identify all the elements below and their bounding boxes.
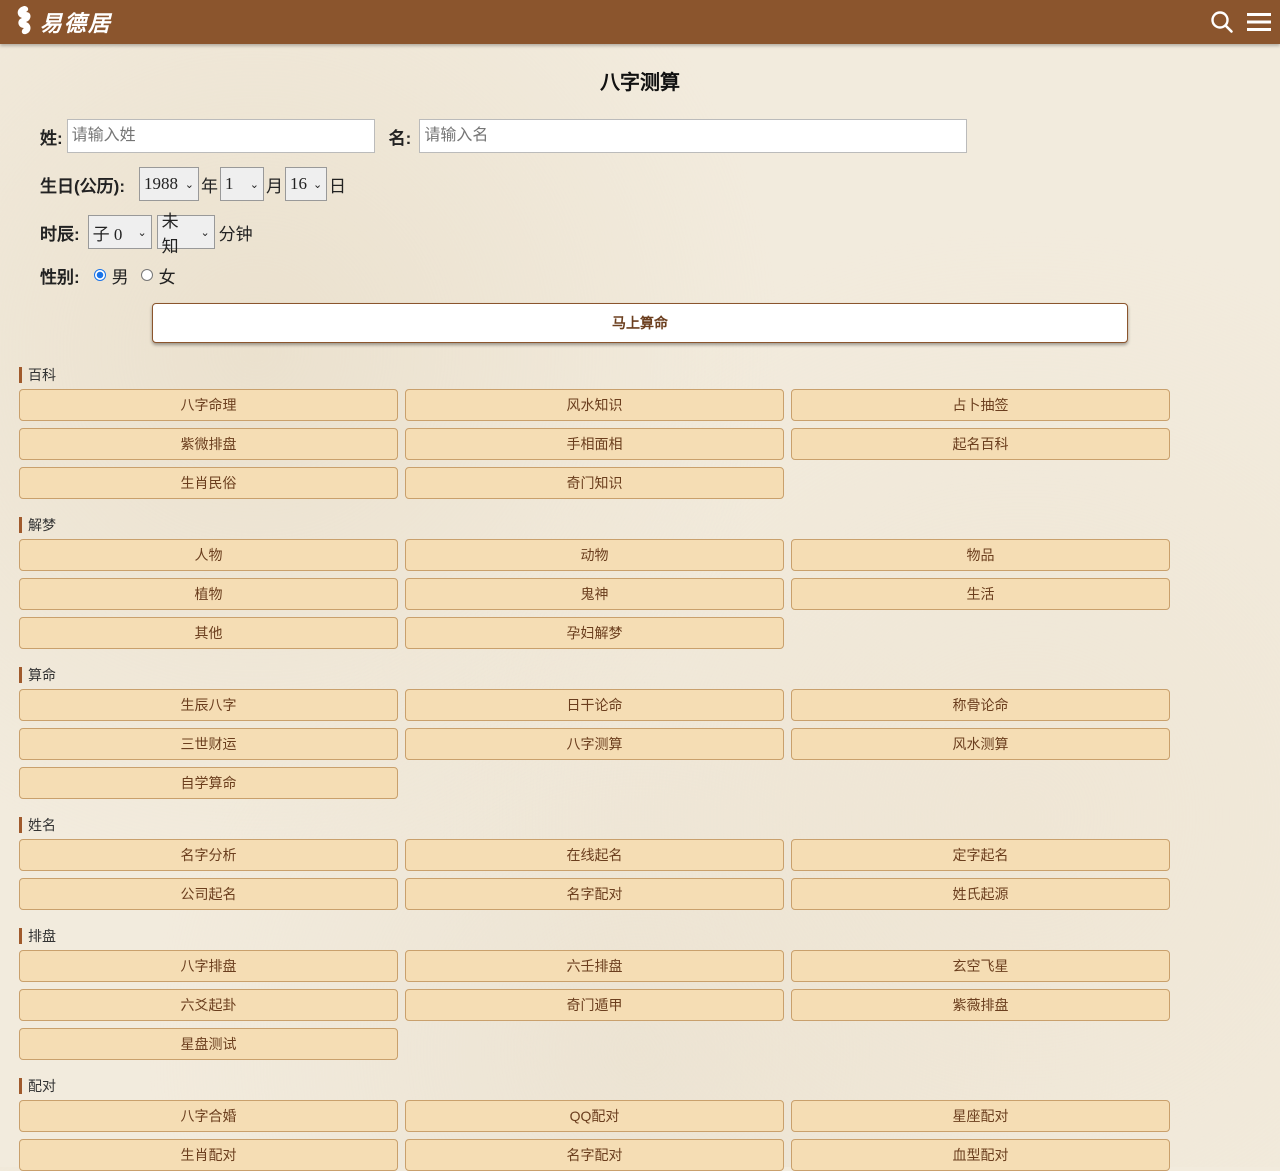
gender-row: 性别: 男 女 [40, 263, 1280, 287]
category-link[interactable]: 八字命理 [19, 389, 398, 421]
given-name-label: 名: [388, 128, 412, 148]
category-link[interactable]: 星座配对 [791, 1100, 1170, 1132]
category-link[interactable]: 奇门知识 [405, 467, 784, 499]
category-link[interactable]: 鬼神 [405, 578, 784, 610]
hour-label: 时辰: [40, 224, 80, 244]
category-link[interactable]: 风水测算 [791, 728, 1170, 760]
category-link[interactable]: 物品 [791, 539, 1170, 571]
category-link[interactable]: 八字合婚 [19, 1100, 398, 1132]
surname-label: 姓: [40, 128, 63, 148]
category-link[interactable]: 人物 [19, 539, 398, 571]
category-link[interactable]: 占卜抽签 [791, 389, 1170, 421]
section-grid: 生辰八字 日干论命 称骨论命 三世财运 八字测算 风水测算 自学算命 [19, 689, 1280, 799]
category-link[interactable]: 日干论命 [405, 689, 784, 721]
chevron-down-icon: ⌄ [184, 178, 194, 191]
given-name-input[interactable] [419, 119, 968, 153]
site-name: 易德居 [40, 11, 113, 37]
category-link[interactable]: 名字配对 [405, 1139, 784, 1171]
section-grid: 名字分析 在线起名 定字起名 公司起名 名字配对 姓氏起源 [19, 839, 1280, 910]
bazi-form: 姓: 名: 生日(公历): 1988⌄ 年 1⌄ 月 16⌄ 日 时辰: 子 0… [0, 119, 1280, 287]
minute-unit: 分钟 [218, 224, 253, 244]
category-link[interactable]: 风水知识 [405, 389, 784, 421]
category-link[interactable]: 孕妇解梦 [405, 617, 784, 649]
page-title: 八字测算 [600, 72, 680, 94]
category-link[interactable]: 八字测算 [405, 728, 784, 760]
category-link[interactable]: 三世财运 [19, 728, 398, 760]
category-link[interactable]: 起名百科 [791, 428, 1170, 460]
section-title: 百科 [19, 367, 1280, 383]
birthday-row: 生日(公历): 1988 ⌄ 年 1 ⌄ 月 16 ⌄ 日 [40, 167, 1280, 201]
section-title: 配对 [19, 1078, 1280, 1094]
section-grid: 八字命理 风水知识 占卜抽签 紫微排盘 手相面相 起名百科 生肖民俗 奇门知识 [19, 389, 1280, 499]
category-link[interactable]: 公司起名 [19, 878, 398, 910]
year-value: 1988 [143, 174, 178, 193]
category-link[interactable]: 八字排盘 [19, 950, 398, 982]
birthday-label: 生日(公历): [40, 176, 125, 196]
category-link[interactable]: 生辰八字 [19, 689, 398, 721]
category-link[interactable]: 生活 [791, 578, 1170, 610]
category-link[interactable]: 生肖民俗 [19, 467, 398, 499]
category-link[interactable]: 植物 [19, 578, 398, 610]
gender-female-label[interactable]: 女 [159, 263, 176, 288]
month-value: 1 [224, 174, 234, 193]
category-link[interactable]: QQ配对 [405, 1100, 784, 1132]
category-link[interactable]: 称骨论命 [791, 689, 1170, 721]
top-bar: 易德居 [0, 0, 1280, 44]
minute-select[interactable]: 未知 ⌄ [156, 212, 215, 256]
day-unit: 日 [328, 176, 346, 196]
section-grid: 八字合婚 QQ配对 星座配对 生肖配对 名字配对 血型配对 [19, 1100, 1280, 1171]
category-link[interactable]: 星盘测试 [19, 1028, 398, 1060]
hour-value: 子 0 [92, 224, 123, 244]
category-link[interactable]: 六壬排盘 [405, 950, 784, 982]
search-icon[interactable] [1210, 10, 1234, 34]
day-value: 16 [289, 174, 307, 193]
submit-button[interactable]: 马上算命 [152, 303, 1128, 343]
gender-female-radio[interactable] [140, 269, 153, 281]
chevron-down-icon: ⌄ [312, 178, 323, 191]
month-select[interactable]: 1 ⌄ [219, 167, 264, 201]
dragon-logo-icon [12, 4, 36, 41]
category-link[interactable]: 紫薇排盘 [791, 989, 1170, 1021]
category-link[interactable]: 六爻起卦 [19, 989, 398, 1021]
hour-select[interactable]: 子 0 ⌄ [87, 215, 152, 249]
site-logo[interactable]: 易德居 [12, 4, 112, 41]
category-link[interactable]: 紫微排盘 [19, 428, 398, 460]
category-link[interactable]: 生肖配对 [19, 1139, 398, 1171]
category-link[interactable]: 姓氏起源 [791, 878, 1170, 910]
category-link[interactable]: 手相面相 [405, 428, 784, 460]
category-sections: 百科 八字命理 风水知识 占卜抽签 紫微排盘 手相面相 起名百科 生肖民俗 奇门… [0, 367, 1280, 1171]
month-unit: 月 [265, 176, 283, 196]
category-link[interactable]: 血型配对 [791, 1139, 1170, 1171]
category-link[interactable]: 奇门遁甲 [405, 989, 784, 1021]
category-link[interactable]: 定字起名 [791, 839, 1170, 871]
section-grid: 人物 动物 物品 植物 鬼神 生活 其他 孕妇解梦 [19, 539, 1280, 649]
chevron-down-icon: ⌄ [200, 226, 210, 239]
chevron-down-icon: ⌄ [249, 178, 259, 191]
minute-value: 未知 [161, 212, 179, 256]
day-select[interactable]: 16 ⌄ [284, 167, 327, 201]
category-link[interactable]: 名字分析 [19, 839, 398, 871]
category-link[interactable]: 动物 [405, 539, 784, 571]
menu-icon[interactable] [1246, 11, 1272, 33]
category-link[interactable]: 在线起名 [405, 839, 784, 871]
section-title: 算命 [19, 667, 1280, 683]
category-link[interactable]: 名字配对 [405, 878, 784, 910]
gender-label: 性别: [40, 267, 80, 287]
chevron-down-icon: ⌄ [137, 226, 147, 239]
surname-input[interactable] [66, 119, 375, 153]
category-link[interactable]: 其他 [19, 617, 398, 649]
hour-row: 时辰: 子 0 ⌄ 未知 ⌄ 分钟 [40, 212, 1280, 256]
category-link[interactable]: 玄空飞星 [791, 950, 1170, 982]
year-select[interactable]: 1988 ⌄ [138, 167, 199, 201]
category-link[interactable]: 自学算命 [19, 767, 398, 799]
section-title: 解梦 [19, 517, 1280, 533]
section-title: 排盘 [19, 928, 1280, 944]
section-grid: 八字排盘 六壬排盘 玄空飞星 六爻起卦 奇门遁甲 紫薇排盘 星盘测试 [19, 950, 1280, 1060]
gender-male-radio[interactable] [93, 269, 106, 281]
section-title: 姓名 [19, 817, 1280, 833]
name-row: 姓: 名: [40, 119, 1280, 153]
gender-male-label[interactable]: 男 [112, 263, 129, 288]
year-unit: 年 [200, 176, 218, 196]
